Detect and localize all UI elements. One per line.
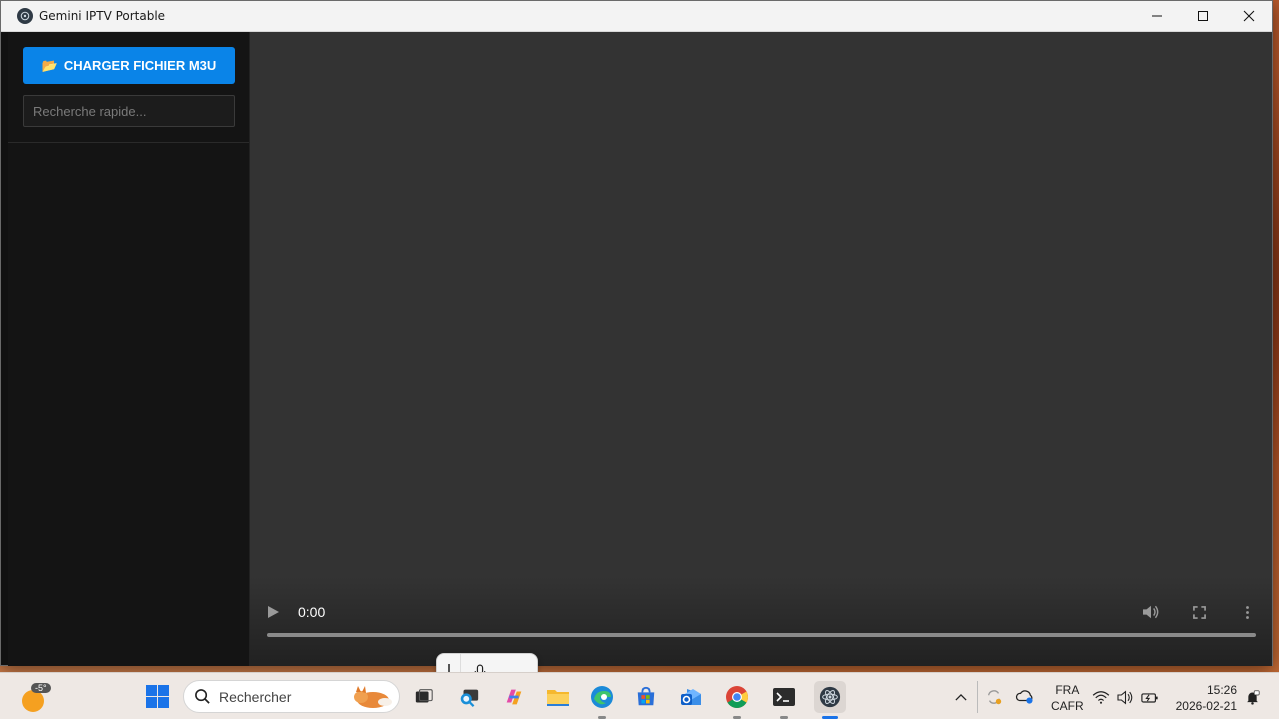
magnifier-app-button[interactable]: [455, 683, 483, 711]
sidebar-header: 📂 CHARGER FICHIER M3U: [8, 32, 249, 143]
play-icon: [268, 606, 279, 618]
store-icon: [637, 686, 655, 706]
terminal-button[interactable]: [770, 683, 798, 719]
show-hidden-icons-button[interactable]: [948, 683, 974, 711]
gemini-iptv-taskbar-button[interactable]: [814, 681, 846, 719]
notification-bell-icon: [1246, 690, 1259, 705]
input-language-indicator[interactable]: FRA CAFR: [1051, 682, 1084, 714]
taskbar: -5° Rechercher FRA CAFR 15:26 2026-02-21: [0, 672, 1279, 719]
channel-sidebar: 📂 CHARGER FICHIER M3U: [8, 32, 250, 666]
load-m3u-button[interactable]: 📂 CHARGER FICHIER M3U: [23, 47, 235, 84]
task-view-button[interactable]: [410, 683, 438, 711]
cloud-icon: [1015, 690, 1033, 704]
electron-app-icon: [819, 686, 841, 708]
weather-widget[interactable]: -5°: [18, 682, 51, 712]
tray-divider: [977, 681, 978, 713]
fullscreen-icon: [1192, 605, 1206, 619]
folder-icon: [547, 690, 569, 706]
minimize-button[interactable]: [1134, 1, 1180, 32]
weather-temperature: -5°: [31, 683, 51, 693]
battery-button[interactable]: [1137, 683, 1163, 711]
zoom-app-icon: [460, 689, 479, 707]
chrome-icon: [726, 686, 748, 708]
edge-browser-button[interactable]: [588, 683, 616, 719]
battery-charging-icon: [1141, 692, 1158, 703]
fullscreen-button[interactable]: [1188, 602, 1210, 622]
chevron-up-icon: [955, 693, 967, 701]
quick-search-input[interactable]: [23, 95, 235, 127]
video-player[interactable]: 0:00: [250, 32, 1272, 666]
close-button[interactable]: [1226, 1, 1272, 32]
terminal-icon: [773, 688, 795, 706]
network-button[interactable]: [1088, 683, 1114, 711]
outlook-button[interactable]: [677, 683, 705, 711]
onedrive-button[interactable]: [1012, 683, 1038, 711]
taskbar-search[interactable]: Rechercher: [183, 680, 400, 713]
player-controls: 0:00: [250, 576, 1272, 666]
play-button[interactable]: [266, 603, 284, 621]
copilot-icon: [506, 689, 522, 705]
edge-icon: [591, 686, 613, 708]
channel-list[interactable]: [8, 143, 249, 623]
windows-logo-icon: [146, 685, 157, 696]
clock-time: 15:26: [1206, 683, 1237, 697]
file-explorer-button[interactable]: [544, 683, 572, 711]
close-icon: [1243, 10, 1255, 22]
maximize-button[interactable]: [1180, 1, 1226, 32]
speaker-icon: [1116, 690, 1132, 704]
copilot-button[interactable]: [500, 683, 528, 711]
search-icon: [195, 689, 210, 704]
sync-status-button[interactable]: [981, 683, 1007, 711]
sync-icon: [987, 690, 1002, 705]
task-view-icon: [415, 689, 433, 703]
volume-button[interactable]: [1140, 602, 1162, 622]
title-bar[interactable]: Gemini IPTV Portable: [1, 1, 1272, 32]
app-icon: [17, 8, 33, 24]
wifi-icon: [1092, 691, 1110, 704]
start-button[interactable]: [146, 685, 169, 708]
clock-date: 2026-02-21: [1175, 699, 1237, 713]
fox-illustration-icon: [354, 686, 392, 708]
maximize-icon: [1198, 11, 1208, 21]
volume-icon: [1143, 605, 1159, 619]
window-title: Gemini IPTV Portable: [39, 9, 166, 23]
load-m3u-label: CHARGER FICHIER M3U: [63, 58, 217, 73]
volume-tray-button[interactable]: [1112, 683, 1138, 711]
seek-bar[interactable]: [267, 633, 1256, 637]
language-code: FRA: [1055, 683, 1080, 697]
current-time: 0:00: [298, 604, 326, 620]
chrome-browser-button[interactable]: [723, 683, 751, 719]
more-vertical-icon: [1245, 605, 1249, 619]
notifications-button[interactable]: [1240, 683, 1264, 711]
folder-icon: 📂: [41, 57, 58, 73]
sun-icon: [22, 690, 44, 712]
outlook-icon: [681, 689, 701, 705]
microsoft-store-button[interactable]: [632, 683, 660, 711]
app-window: Gemini IPTV Portable 📂 CHARGER FICHIER M…: [0, 0, 1273, 666]
keyboard-layout: CAFR: [1051, 699, 1084, 713]
minimize-icon: [1152, 15, 1162, 17]
search-label: Rechercher: [219, 688, 292, 705]
system-clock[interactable]: 15:26 2026-02-21: [1175, 682, 1237, 714]
more-options-button[interactable]: [1236, 602, 1258, 622]
